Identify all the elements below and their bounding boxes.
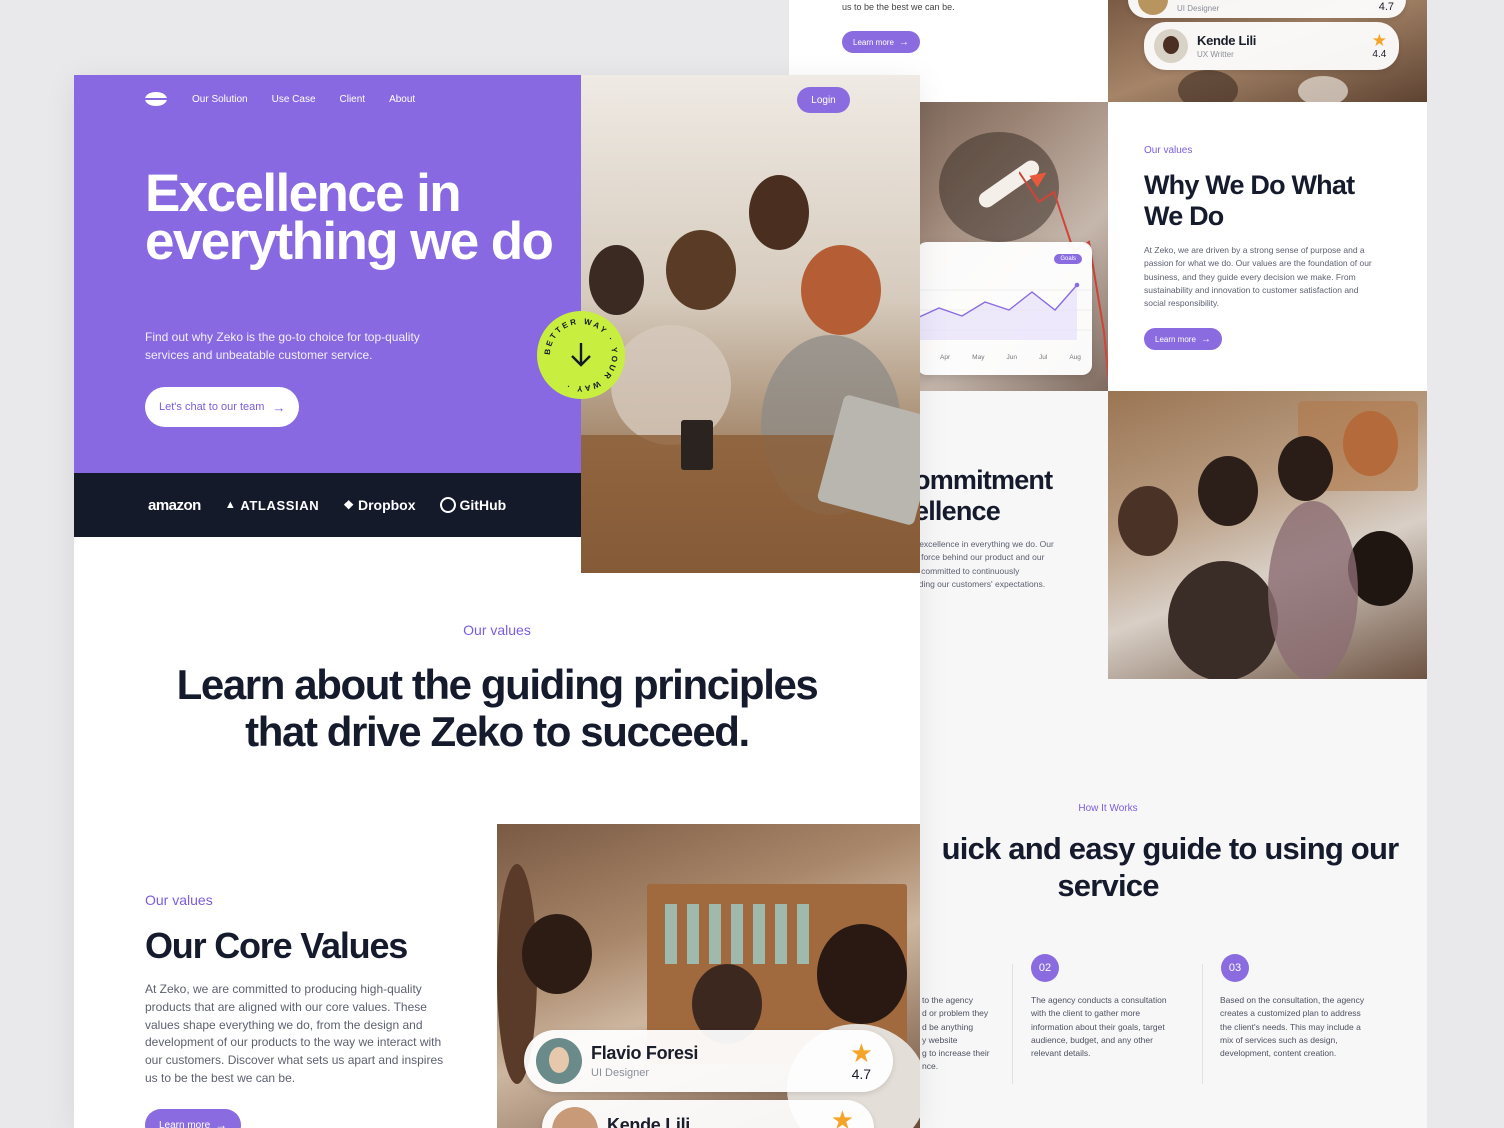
review-rating: ★ (831, 1107, 854, 1128)
review-card: Kende Lili ★ (542, 1100, 874, 1128)
review-role: UI Designer (591, 1067, 650, 1079)
hero-title: Excellence in everything we do (145, 164, 554, 271)
atlassian-icon: ▲ (224, 499, 237, 511)
team-photo-right (1108, 391, 1427, 679)
divider (1202, 964, 1203, 1084)
learn-more-button[interactable]: Learn more → (842, 31, 920, 53)
review-rating: ★ 4.4 (1372, 32, 1387, 60)
values-eyebrow: Our values (463, 622, 531, 638)
nav-client[interactable]: Client (340, 94, 366, 105)
review-score: 4.7 (1378, 1, 1394, 13)
review-rating: ★ 4.7 (850, 1040, 873, 1082)
star-icon: ★ (849, 1038, 873, 1068)
zeko-logo-icon[interactable] (144, 91, 168, 107)
core-body: At Zeko, we are committed to producing h… (145, 982, 444, 1085)
commitment-title-line1: ommitment (914, 465, 1053, 495)
review-score: 4.4 (1372, 49, 1387, 60)
arrow-down-icon (571, 343, 591, 367)
goals-chart-card: Goals Apr May Jun Jul Aug (917, 242, 1092, 375)
arrow-right-icon: → (1200, 333, 1211, 345)
commitment-body: r excellence in everything we do. Our g … (914, 539, 1054, 589)
core-eyebrow: Our values (145, 892, 213, 908)
review-role: UI Designer (1177, 3, 1220, 13)
review-name: Flavio Foresi (591, 1043, 699, 1063)
dropbox-logo: ❖ Dropbox (343, 497, 416, 513)
review-card: Flavio Foresi UI Designer ★ 4.7 (524, 1030, 893, 1092)
month-label: May (972, 354, 985, 361)
hero-section: Our Solution Use Case Client About Excel… (74, 75, 581, 473)
amazon-logo: amazon (148, 496, 201, 514)
why-body: At Zeko, we are driven by a strong sense… (1144, 245, 1372, 309)
learn-more-button[interactable]: Learn more → (145, 1109, 242, 1128)
goals-badge: Goals (1054, 254, 1082, 264)
values-title-line2: that drive Zeko to succeed. (245, 708, 750, 755)
better-way-badge[interactable]: BETTER WAY · YOUR WAY · (537, 311, 625, 399)
core-values-text-end: us to be the best we can be. (842, 2, 955, 12)
how-title-line1: uick and easy guide to using our (941, 831, 1400, 866)
review-name: Kende Lili (607, 1115, 691, 1128)
divider (1012, 964, 1013, 1084)
values-title-line1: Learn about the guiding principles (176, 661, 819, 708)
partner-logos: amazon ▲ ATLASSIAN ❖ Dropbox GitHub (74, 473, 581, 537)
step-number-badge: 03 (1221, 954, 1249, 982)
dropbox-icon: ❖ (343, 498, 354, 512)
chart-month-labels: Apr May Jun Jul Aug (917, 354, 1092, 361)
top-nav: Our Solution Use Case Client About (144, 91, 415, 107)
nav-about[interactable]: About (389, 94, 415, 105)
team-photo-top: UI Designer 4.7 Kende Lili UX Writter ★ … (1108, 0, 1427, 102)
star-icon: ★ (830, 1105, 854, 1128)
step-3-text: Based on the consultation, the agency cr… (1220, 995, 1365, 1059)
coffee-cup-shape (681, 420, 713, 470)
review-card: UI Designer 4.7 (1128, 0, 1406, 18)
month-label: Apr (940, 354, 951, 361)
arrow-right-icon: → (898, 36, 909, 48)
learn-more-button[interactable]: Learn more → (1144, 328, 1222, 350)
chat-to-team-button[interactable]: Let's chat to our team → (145, 387, 300, 427)
month-label: Jul (1039, 354, 1048, 361)
avatar (536, 1038, 582, 1084)
why-title: Why We Do What We Do (1144, 170, 1355, 231)
star-icon: ★ (1371, 31, 1387, 50)
review-score: 4.7 (851, 1066, 872, 1082)
front-page: Our Solution Use Case Client About Excel… (74, 75, 920, 1128)
atlassian-logo: ▲ ATLASSIAN (224, 497, 320, 513)
review-name: Kende Lili (1197, 33, 1257, 48)
avatar (1154, 29, 1188, 63)
month-label: Aug (1069, 354, 1081, 361)
review-role: UX Writter (1197, 50, 1234, 59)
month-label: Jun (1006, 354, 1017, 361)
nav-use-case[interactable]: Use Case (272, 94, 316, 105)
avatar (552, 1107, 598, 1128)
nav-our-solution[interactable]: Our Solution (192, 94, 248, 105)
step-number-badge: 02 (1031, 954, 1059, 982)
step-2-text: The agency conducts a consultation with … (1031, 995, 1167, 1059)
goals-line-chart (917, 282, 1092, 340)
github-logo: GitHub (439, 497, 506, 513)
login-button[interactable]: Login (797, 87, 850, 113)
review-card: Kende Lili UX Writter ★ 4.4 (1144, 22, 1399, 70)
arrow-right-icon: → (272, 399, 286, 415)
github-icon (439, 497, 456, 513)
commitment-title-line2: ellence (914, 496, 1001, 526)
hero-subtitle: Find out why Zeko is the go-to choice fo… (145, 330, 420, 362)
why-section: Our values Why We Do What We Do At Zeko,… (1108, 102, 1427, 391)
arrow-right-icon: → (215, 1118, 228, 1128)
core-title: Our Core Values (145, 925, 408, 966)
hero-team-photo (581, 75, 920, 573)
avatar (1138, 0, 1168, 15)
why-eyebrow: Our values (1144, 145, 1193, 156)
